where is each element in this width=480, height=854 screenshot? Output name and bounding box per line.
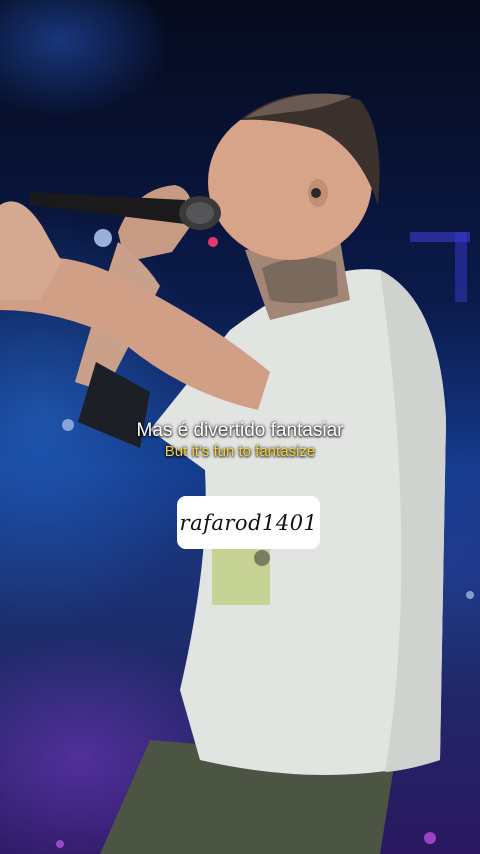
lyric-original: Mas é divertido fantasiar: [136, 420, 344, 441]
lyric-translation: But it's fun to fantasize: [164, 443, 316, 460]
watermark-username: rafarod1401: [177, 496, 320, 549]
video-frame[interactable]: Mas é divertido fantasiar But it's fun t…: [0, 0, 480, 854]
